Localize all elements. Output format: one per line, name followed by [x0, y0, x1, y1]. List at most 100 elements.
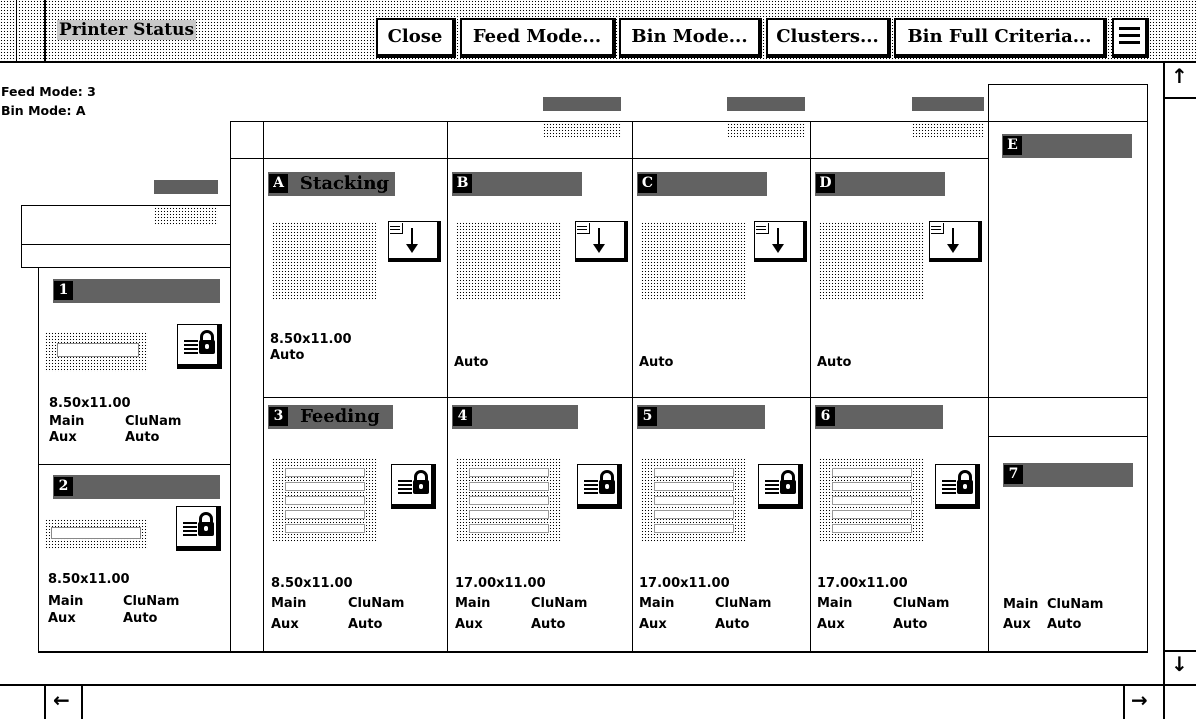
tray-1[interactable]: 1 8.50x11.00 Main CluNam Aux Auto — [39, 268, 230, 464]
tray-2[interactable]: 2 8.50x11.00 Main CluNam Aux Auto — [39, 465, 230, 651]
bin-mode: Auto — [639, 355, 674, 370]
bin-output-icon[interactable] — [388, 221, 441, 262]
bin-mode-status: Bin Mode: A — [1, 103, 86, 118]
bin-C[interactable]: C Auto — [633, 159, 810, 397]
tray-main: Main — [49, 414, 85, 429]
bin-label: Stacking — [300, 173, 389, 194]
scroll-right-arrow[interactable]: → — [1131, 688, 1148, 712]
bin-id-badge: D — [816, 174, 835, 193]
tray-main: Main — [639, 596, 675, 611]
tray-main: Main — [817, 596, 853, 611]
bin-id-badge: B — [453, 174, 472, 193]
tray-header: 5 — [637, 405, 765, 429]
tray-aux: Aux — [455, 617, 483, 632]
bin-A[interactable]: A Stacking 8.50x11.00 Auto — [264, 159, 447, 397]
bin-paper-image — [641, 222, 746, 300]
tray-aux: Aux — [639, 617, 667, 632]
tray-header: 3 Feeding — [268, 405, 393, 429]
scroll-up-arrow[interactable]: ↑ — [1171, 64, 1188, 88]
tray-size: 8.50x11.00 — [48, 572, 130, 587]
bin-D[interactable]: D Auto — [811, 159, 988, 397]
tray-mode: Auto — [348, 617, 383, 632]
tray-header: 2 — [53, 475, 220, 499]
tray-size: 17.00x11.00 — [817, 576, 908, 591]
tray-size: 8.50x11.00 — [49, 396, 131, 411]
tray-main: Main — [455, 596, 491, 611]
scroll-down-arrow[interactable]: ↓ — [1171, 652, 1188, 676]
tray-main: Main — [48, 594, 84, 609]
vscroll-track[interactable] — [1165, 99, 1196, 650]
feed-mode-status: Feed Mode: 3 — [1, 84, 96, 99]
tray-paper-image — [45, 519, 148, 549]
scroll-left-arrow[interactable]: ← — [53, 688, 70, 712]
tray-paper-image — [272, 458, 377, 542]
bin-header: E — [1002, 134, 1132, 158]
bin-header: D — [815, 172, 945, 196]
bin-mode: Auto — [270, 348, 305, 363]
tray-id-badge: 3 — [269, 407, 288, 426]
hscroll-track[interactable] — [83, 686, 1123, 719]
tray-lock-icon[interactable] — [176, 506, 221, 551]
bin-full-criteria-button[interactable]: Bin Full Criteria... — [894, 18, 1107, 58]
tray-id-badge: 7 — [1004, 465, 1023, 484]
tray-mode: Auto — [715, 617, 750, 632]
tray-header: 4 — [452, 405, 578, 429]
tray-aux: Aux — [1003, 617, 1031, 632]
tray-header: 7 — [1003, 463, 1133, 487]
bin-E[interactable]: E — [989, 122, 1147, 397]
tray-aux: Aux — [48, 611, 76, 626]
tray-cluster: CluNam — [715, 596, 772, 611]
tray-main: Main — [1003, 597, 1039, 612]
tray-id-badge: 2 — [54, 477, 73, 496]
tray-id-badge: 6 — [816, 407, 835, 426]
bin-size: 8.50x11.00 — [270, 332, 352, 347]
tray-id-badge: 1 — [54, 281, 73, 300]
window-title: Printer Status — [57, 20, 197, 40]
tray-lock-icon[interactable] — [935, 464, 980, 509]
tray-size: 8.50x11.00 — [271, 576, 353, 591]
bin-header: B — [452, 172, 582, 196]
tray-paper-image — [45, 332, 148, 372]
tray-mode: Auto — [893, 617, 928, 632]
bin-id-badge: E — [1003, 136, 1022, 155]
tray-lock-icon[interactable] — [391, 464, 436, 509]
bin-mode-button[interactable]: Bin Mode... — [619, 18, 762, 58]
tray-id-badge: 4 — [453, 407, 472, 426]
close-button[interactable]: Close — [376, 18, 456, 58]
bin-id-badge: A — [269, 174, 288, 193]
tray-cluster: CluNam — [123, 594, 180, 609]
bin-output-icon[interactable] — [929, 221, 982, 262]
tray-4[interactable]: 4 17.00x11.00 Main CluNam Aux Auto — [448, 398, 632, 651]
window-menu-button[interactable] — [1112, 18, 1149, 58]
bin-id-badge: C — [638, 174, 657, 193]
tray-header: 6 — [815, 405, 943, 429]
tray-size: 17.00x11.00 — [639, 576, 730, 591]
tray-paper-image — [641, 458, 746, 542]
tray-main: Main — [271, 596, 307, 611]
menu-icon — [1119, 27, 1140, 30]
title-bar-divider — [44, 0, 46, 63]
bin-output-icon[interactable] — [754, 221, 807, 262]
tray-lock-icon[interactable] — [177, 324, 222, 369]
tray-label: Feeding — [300, 406, 380, 427]
tray-mode: Auto — [123, 611, 158, 626]
clusters-button[interactable]: Clusters... — [766, 18, 891, 58]
tray-5[interactable]: 5 17.00x11.00 Main CluNam Aux Auto — [633, 398, 810, 651]
tray-lock-icon[interactable] — [577, 464, 622, 509]
tray-mode: Auto — [1047, 617, 1082, 632]
tray-3[interactable]: 3 Feeding 8.50x11.00 Main CluNam Aux Auto — [264, 398, 447, 651]
tray-paper-image — [819, 458, 924, 542]
tray-header: 1 — [53, 279, 220, 303]
bin-paper-image — [456, 222, 561, 300]
bin-B[interactable]: B Auto — [448, 159, 632, 397]
bin-output-icon[interactable] — [575, 221, 628, 262]
tray-cluster: CluNam — [125, 414, 182, 429]
tray-cluster: CluNam — [531, 596, 588, 611]
feed-mode-button[interactable]: Feed Mode... — [460, 18, 616, 58]
tray-7[interactable]: 7 Main CluNam Aux Auto — [989, 437, 1147, 651]
tray-aux: Aux — [49, 430, 77, 445]
tray-6[interactable]: 6 17.00x11.00 Main CluNam Aux Auto — [811, 398, 988, 651]
tray-paper-image — [456, 458, 561, 542]
tray-lock-icon[interactable] — [758, 464, 803, 509]
tray-size: 17.00x11.00 — [455, 576, 546, 591]
